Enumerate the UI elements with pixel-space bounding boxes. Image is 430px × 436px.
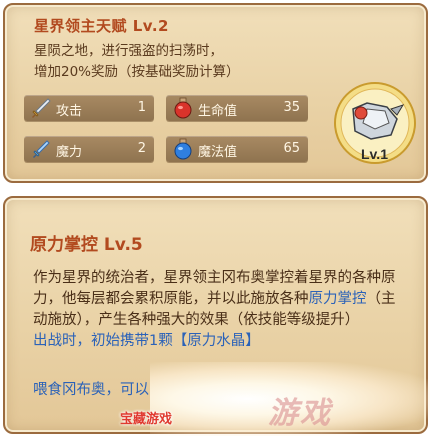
feed-hint-text: 喂食冈布奥，可以 bbox=[33, 382, 149, 398]
sword-icon bbox=[32, 98, 51, 118]
battle-start-note: 出战时，初始携带1颗【原力水晶】 bbox=[33, 333, 260, 349]
stat-label: 魔法值 bbox=[198, 145, 238, 160]
talent-desc-line1: 星陨之地，进行强盗的扫荡时， bbox=[34, 43, 223, 59]
skill-link-force-control[interactable]: 原力掌控 bbox=[309, 291, 367, 307]
magic-sword-icon bbox=[33, 140, 50, 158]
stat-value: 1 bbox=[137, 100, 146, 115]
stat-value: 2 bbox=[137, 141, 146, 156]
stat-health: 生命值 35 bbox=[166, 95, 308, 121]
mana-potion-icon bbox=[174, 138, 192, 160]
stat-mana: 魔法值 65 bbox=[166, 136, 308, 162]
talent2-title: 原力掌控 Lv.5 bbox=[30, 235, 143, 255]
stat-attack: 攻击 1 bbox=[24, 95, 154, 121]
talent-desc-line2: 增加20%奖励（按基础奖励计算） bbox=[34, 64, 240, 80]
stat-label: 攻击 bbox=[56, 104, 83, 119]
stat-value: 65 bbox=[283, 141, 300, 156]
stat-value: 35 bbox=[283, 100, 300, 115]
stat-label: 生命值 bbox=[198, 104, 238, 119]
health-potion-icon bbox=[174, 97, 192, 119]
talent-title: 星界领主天赋 Lv.2 bbox=[34, 17, 169, 35]
stat-magic-power: 魔力 2 bbox=[24, 136, 154, 162]
talent2-description: 作为星界的统治者，星界领主冈布奥掌控着星界的各种原力，他每层都会累积原能，并以此… bbox=[33, 268, 403, 352]
watermark-text: 宝藏游戏 bbox=[120, 412, 173, 427]
talent-badge-icon[interactable]: Lv.1 bbox=[331, 79, 419, 167]
stat-label: 魔力 bbox=[56, 145, 83, 160]
watermark-logo: 游戏 bbox=[268, 396, 332, 431]
badge-level-text: Lv.1 bbox=[361, 146, 388, 162]
